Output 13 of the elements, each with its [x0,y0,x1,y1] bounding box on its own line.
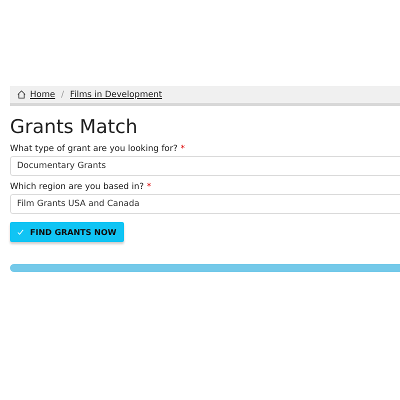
required-mark: * [146,182,152,192]
required-mark: * [180,144,185,154]
input-field[interactable]: Film Grants USA and Canada [10,194,400,214]
checkmark-icon [17,228,24,236]
field-label: What type of grant are you looking for? [10,144,178,154]
field-label: Which region are you based in? [10,182,144,192]
breadcrumb-separator: / [61,90,64,100]
input-field[interactable]: Documentary Grants [10,156,400,176]
page-title: Grants Match [10,116,139,138]
breadcrumb-link[interactable]: Home [30,90,56,100]
find-grants-button[interactable]: FIND GRANTS NOW [10,222,124,242]
home-icon [17,90,26,99]
breadcrumb-link[interactable]: Films in Development [70,90,162,100]
